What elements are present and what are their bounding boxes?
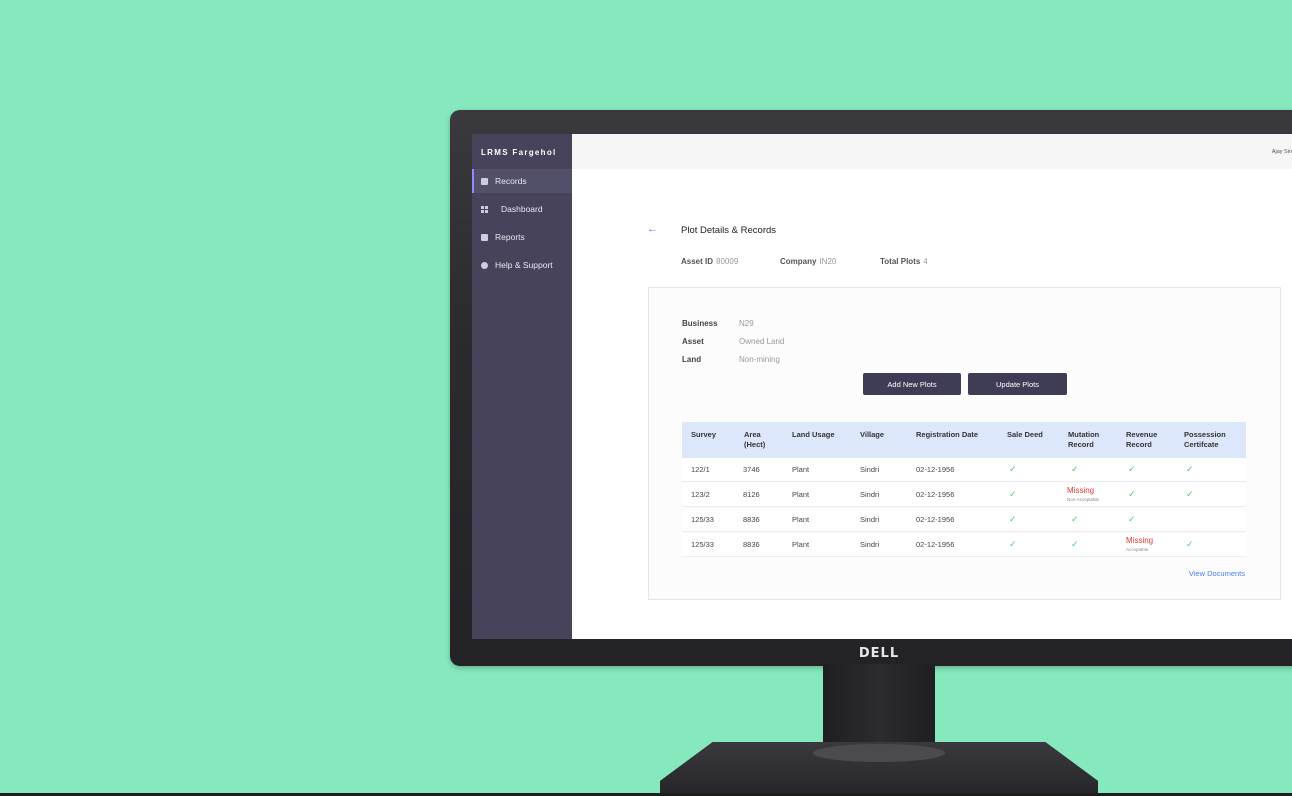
cell-land-usage: Plant bbox=[792, 515, 810, 524]
brand-logo: DELL bbox=[858, 646, 900, 661]
cell-registration-date: 02-12-1956 bbox=[916, 540, 955, 549]
reports-icon bbox=[481, 233, 488, 241]
sidebar-item-dashboard[interactable]: Dashboard bbox=[472, 197, 572, 221]
asset-label: Asset bbox=[682, 337, 704, 346]
dashboard-icon bbox=[481, 205, 488, 213]
cell-village: Sindri bbox=[860, 515, 880, 524]
cell-land-usage: Plant bbox=[792, 540, 810, 549]
header-land-usage: Land Usage bbox=[792, 430, 835, 439]
cell-land-usage: Plant bbox=[792, 490, 810, 499]
back-arrow-icon[interactable]: ← bbox=[647, 223, 658, 235]
cell-survey: 122/1 bbox=[691, 465, 710, 474]
table-header: Survey Area (Hect) Land Usage Village Re… bbox=[682, 422, 1246, 458]
sidebar-item-help[interactable]: Help & Support bbox=[472, 253, 572, 277]
cell-registration-date: 02-12-1956 bbox=[916, 490, 955, 499]
app-screen: LRMS Fargehol Records Dashboard Reports … bbox=[472, 134, 1292, 639]
sidebar-item-label: Reports bbox=[495, 232, 525, 242]
cell-village: Sindri bbox=[860, 490, 880, 499]
asset-id-meta: Asset ID 80009 bbox=[681, 257, 738, 266]
sidebar-item-label: Help & Support bbox=[495, 260, 553, 270]
header-possession-certificate: Possession Certifcate bbox=[1184, 430, 1226, 449]
cell-registration-date: 02-12-1956 bbox=[916, 465, 955, 474]
missing-label: Missing bbox=[1126, 536, 1154, 545]
missing-note: Non-Acceptable bbox=[1067, 497, 1100, 502]
sidebar-item-label: Dashboard bbox=[501, 204, 543, 214]
mutation-check-icon: ✓ bbox=[1071, 514, 1079, 524]
business-value: N29 bbox=[739, 319, 754, 328]
sidebar-item-label: Records bbox=[495, 176, 527, 186]
table-row[interactable]: 125/33 8836 Plant Sindri 02-12-1956 ✓ ✓ … bbox=[682, 508, 1246, 532]
add-new-plots-button[interactable]: Add New Plots bbox=[863, 373, 961, 395]
view-documents-link[interactable]: View Documents bbox=[1189, 569, 1245, 578]
cell-area: 8836 bbox=[743, 515, 760, 524]
cell-survey: 125/33 bbox=[691, 540, 714, 549]
land-label: Land bbox=[682, 355, 702, 364]
table-row[interactable]: 123/2 8126 Plant Sindri 02-12-1956 ✓ Mis… bbox=[682, 483, 1246, 507]
revenue-check-icon: ✓ bbox=[1128, 514, 1136, 524]
cell-survey: 125/33 bbox=[691, 515, 714, 524]
asset-id-value: 80009 bbox=[716, 257, 739, 266]
cell-area: 8836 bbox=[743, 540, 760, 549]
table-row[interactable]: 122/1 3746 Plant Sindri 02-12-1956 ✓ ✓ ✓… bbox=[682, 458, 1246, 482]
header-area: Area (Hect) bbox=[744, 430, 766, 449]
possession-check-icon: ✓ bbox=[1186, 539, 1194, 549]
cell-area: 3746 bbox=[743, 465, 760, 474]
company-label: Company bbox=[780, 257, 817, 266]
business-label: Business bbox=[682, 319, 718, 328]
sale-deed-check-icon: ✓ bbox=[1009, 514, 1017, 524]
header-mutation-record: Mutation Record bbox=[1068, 430, 1100, 449]
company-value: IN20 bbox=[819, 257, 837, 266]
cell-village: Sindri bbox=[860, 465, 880, 474]
mutation-check-icon: ✓ bbox=[1071, 539, 1079, 549]
top-bar: Ajay Sin bbox=[572, 134, 1292, 169]
revenue-check-icon: ✓ bbox=[1128, 464, 1136, 474]
monitor-stand-collar bbox=[813, 744, 945, 762]
possession-check-icon: ✓ bbox=[1186, 464, 1194, 474]
total-plots-meta: Total Plots 4 bbox=[880, 257, 928, 266]
update-plots-button[interactable]: Update Plots bbox=[968, 373, 1067, 395]
cell-survey: 123/2 bbox=[691, 490, 710, 499]
revenue-check-icon: ✓ bbox=[1128, 489, 1136, 499]
cell-land-usage: Plant bbox=[792, 465, 810, 474]
total-plots-value: 4 bbox=[923, 257, 928, 266]
records-icon bbox=[481, 177, 488, 185]
asset-value: Owned Land bbox=[739, 337, 785, 346]
asset-id-label: Asset ID bbox=[681, 257, 714, 266]
missing-note: Acceptable bbox=[1126, 547, 1149, 552]
mutation-missing-status: Missing Non-Acceptable bbox=[1067, 486, 1099, 504]
sidebar-item-records[interactable]: Records bbox=[472, 169, 572, 193]
cell-village: Sindri bbox=[860, 540, 880, 549]
page-title: Plot Details & Records bbox=[681, 225, 777, 236]
missing-label: Missing bbox=[1067, 486, 1095, 495]
plots-table: Survey Area (Hect) Land Usage Village Re… bbox=[682, 422, 1246, 558]
company-meta: Company IN20 bbox=[780, 257, 836, 266]
cell-registration-date: 02-12-1956 bbox=[916, 515, 955, 524]
plot-details-card: Business N29 Asset Owned Land Land Non-m… bbox=[648, 287, 1281, 600]
sale-deed-check-icon: ✓ bbox=[1009, 464, 1017, 474]
help-icon bbox=[481, 261, 488, 269]
possession-check-icon: ✓ bbox=[1186, 489, 1194, 499]
header-revenue-record: Revenue Record bbox=[1126, 430, 1158, 449]
app-title: LRMS Fargehol bbox=[481, 148, 557, 157]
sidebar: LRMS Fargehol Records Dashboard Reports … bbox=[472, 134, 572, 639]
cell-area: 8126 bbox=[743, 490, 760, 499]
sidebar-item-reports[interactable]: Reports bbox=[472, 225, 572, 249]
header-survey: Survey bbox=[691, 430, 717, 439]
total-plots-label: Total Plots bbox=[880, 257, 921, 266]
table-row[interactable]: 125/33 8836 Plant Sindri 02-12-1956 ✓ ✓ … bbox=[682, 533, 1246, 557]
header-sale-deed: Sale Deed bbox=[1007, 430, 1043, 439]
header-registration-date: Registration Date bbox=[916, 430, 979, 439]
revenue-missing-status: Missing Acceptable bbox=[1126, 536, 1153, 554]
sale-deed-check-icon: ✓ bbox=[1009, 489, 1017, 499]
header-village: Village bbox=[860, 430, 885, 439]
sale-deed-check-icon: ✓ bbox=[1009, 539, 1017, 549]
user-name[interactable]: Ajay Sin bbox=[1272, 149, 1292, 155]
land-value: Non-mining bbox=[739, 355, 780, 364]
mutation-check-icon: ✓ bbox=[1071, 464, 1079, 474]
